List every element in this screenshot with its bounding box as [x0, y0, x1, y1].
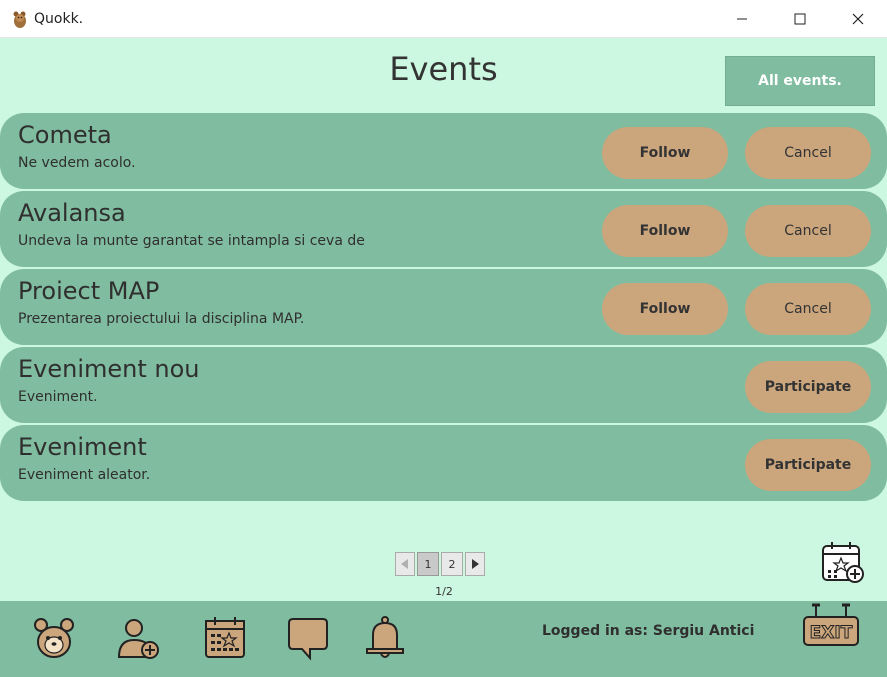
participate-button[interactable]: Participate	[745, 361, 871, 413]
quokka-app-icon	[13, 11, 26, 28]
page-2-button[interactable]: 2	[441, 552, 463, 576]
close-icon	[852, 13, 864, 25]
title-bar: Quokk.	[0, 0, 887, 38]
chat-icon[interactable]	[286, 615, 330, 661]
bell-icon[interactable]	[363, 615, 407, 661]
event-row: Eveniment nou Eveniment. Participate	[0, 347, 887, 423]
pagination: 1 2	[395, 552, 485, 576]
minimize-icon	[737, 18, 747, 20]
chevron-right-icon	[472, 559, 479, 569]
event-description: Prezentarea proiectului la disciplina MA…	[18, 311, 305, 327]
prev-page-button[interactable]	[395, 552, 415, 576]
maximize-button[interactable]	[771, 0, 829, 38]
window-title: Quokk.	[34, 11, 84, 27]
close-button[interactable]	[829, 0, 887, 38]
all-events-button[interactable]: All events.	[725, 56, 875, 106]
maximize-icon	[794, 13, 806, 25]
event-row: Avalansa Undeva la munte garantat se int…	[0, 191, 887, 267]
cancel-button[interactable]: Cancel	[745, 127, 871, 179]
page-1-button[interactable]: 1	[417, 552, 439, 576]
svg-text:EXIT: EXIT	[810, 623, 853, 643]
follow-button[interactable]: Follow	[602, 127, 728, 179]
minimize-button[interactable]	[713, 0, 771, 38]
page-indicator: 1/2	[435, 585, 453, 598]
add-friend-icon[interactable]	[117, 615, 161, 661]
calendar-icon[interactable]	[203, 615, 247, 661]
event-description: Undeva la munte garantat se intampla si …	[18, 233, 368, 249]
chevron-left-icon	[401, 559, 408, 569]
event-description: Eveniment.	[18, 389, 98, 405]
exit-sign-icon[interactable]: EXIT	[802, 603, 860, 649]
cancel-button[interactable]: Cancel	[745, 283, 871, 335]
event-title: Cometa	[18, 121, 112, 149]
event-title: Eveniment	[18, 433, 147, 461]
footer-bar: Logged in as: Sergiu Antici EXIT	[0, 601, 887, 677]
follow-button[interactable]: Follow	[602, 283, 728, 335]
logged-in-label: Logged in as: Sergiu Antici	[542, 623, 755, 639]
event-title: Avalansa	[18, 199, 126, 227]
event-row: Cometa Ne vedem acolo. Follow Cancel	[0, 113, 887, 189]
quokka-profile-icon[interactable]	[32, 615, 76, 661]
event-row: Eveniment Eveniment aleator. Participate	[0, 425, 887, 501]
participate-button[interactable]: Participate	[745, 439, 871, 491]
follow-button[interactable]: Follow	[602, 205, 728, 257]
cancel-button[interactable]: Cancel	[745, 205, 871, 257]
event-description: Ne vedem acolo.	[18, 155, 136, 171]
add-event-calendar-icon[interactable]	[821, 540, 865, 584]
event-title: Eveniment nou	[18, 355, 200, 383]
event-description: Eveniment aleator.	[18, 467, 151, 483]
event-row: Proiect MAP Prezentarea proiectului la d…	[0, 269, 887, 345]
event-title: Proiect MAP	[18, 277, 160, 305]
next-page-button[interactable]	[465, 552, 485, 576]
